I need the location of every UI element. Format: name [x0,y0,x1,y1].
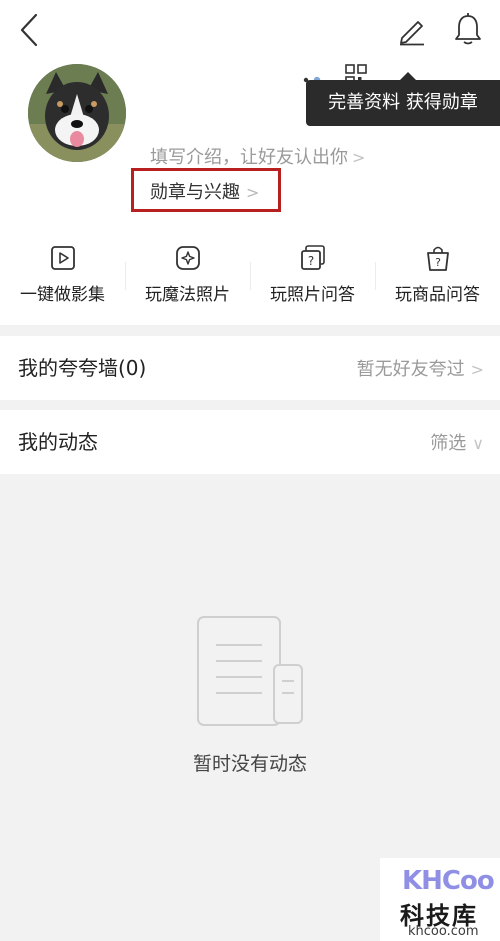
praise-wall-row[interactable]: 我的夸夸墙(0) 暂无好友夸过 > [0,336,500,400]
shortcut-photo-quiz[interactable]: ? 玩照片问答 [250,244,375,314]
shortcut-photo-album[interactable]: 一键做影集 [0,244,125,314]
empty-document-icon [194,615,306,727]
shortcut-label: 玩照片问答 [270,285,355,305]
notifications-button[interactable] [452,12,484,46]
shortcut-label: 玩商品问答 [395,285,480,305]
nickname-placeholder [302,70,324,84]
magic-photo-icon [175,246,200,270]
play-video-icon [50,246,75,270]
activity-row: 我的动态 筛选 ∨ [0,410,500,474]
dog-avatar-image [28,64,126,162]
back-button[interactable] [14,12,44,48]
edit-profile-button[interactable] [396,14,428,46]
photo-question-icon: ? [300,245,325,270]
chevron-right-icon: > [246,183,260,202]
bio-link[interactable]: 填写介绍，让好友认出你 > [150,143,365,169]
badges-interests-link[interactable]: 勋章与兴趣 > [150,178,259,204]
praise-wall-status: 暂无好友夸过 > [356,359,484,380]
chevron-down-icon: ∨ [472,434,484,453]
shortcut-label: 一键做影集 [20,285,105,305]
bio-placeholder-text: 填写介绍，让好友认出你 [150,147,348,168]
shortcut-label: 玩魔法照片 [145,285,230,305]
activity-title: 我的动态 [18,430,98,454]
product-question-icon: ? [426,246,449,271]
filter-button[interactable]: 筛选 ∨ [430,429,484,455]
avatar[interactable] [28,64,126,162]
empty-state-text: 暂时没有动态 [192,753,307,775]
complete-profile-tooltip[interactable]: 完善资料 获得勋章 [306,80,500,126]
tooltip-arrow [400,72,416,80]
praise-wall-title: 我的夸夸墙(0) [18,356,147,380]
chevron-left-icon [20,13,38,47]
shortcut-magic-photo[interactable]: 玩魔法照片 [125,244,250,314]
watermark-logo: KHCoo [402,866,495,896]
chevron-right-icon: > [352,148,366,167]
watermark-url: khcoo.com [408,924,479,939]
pencil-icon [400,21,424,46]
chevron-right-icon: > [470,360,484,379]
badges-interests-label: 勋章与兴趣 [150,182,240,203]
svg-text:?: ? [435,256,441,269]
svg-text:?: ? [307,254,313,268]
shortcut-product-quiz[interactable]: ? 玩商品问答 [375,244,500,314]
bell-icon [455,13,481,45]
